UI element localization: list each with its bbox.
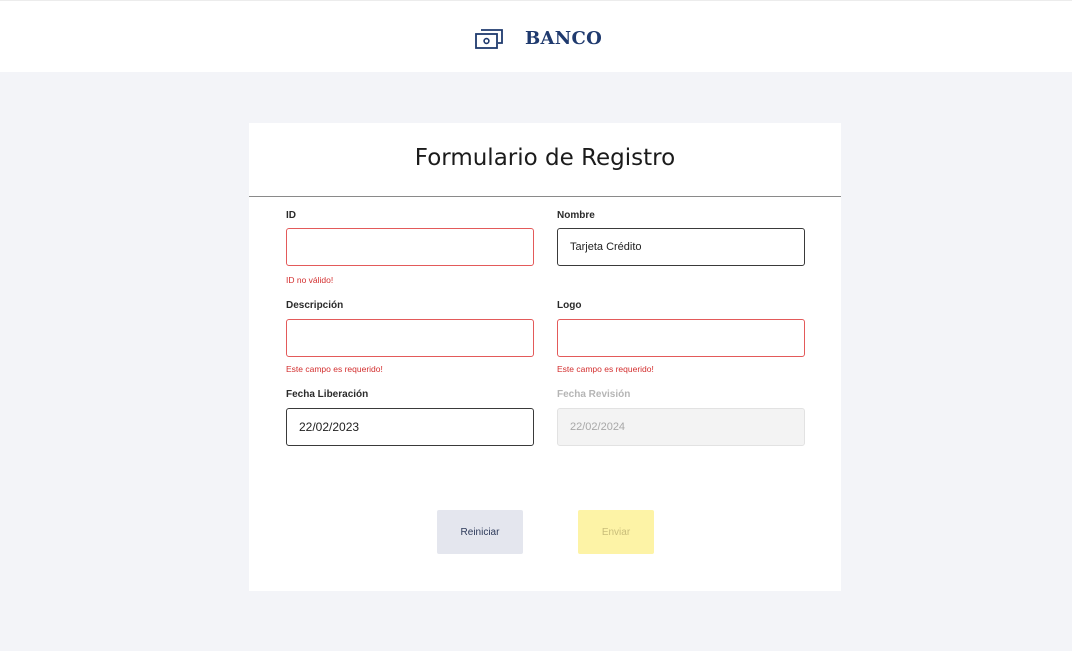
id-error-message: ID no válido! [286, 275, 334, 285]
bank-card-icon [474, 26, 504, 50]
fecha-revision-input: 22/02/2024 [557, 408, 805, 446]
logo-label: Logo [557, 300, 582, 311]
fecha-liberacion-input[interactable]: 22/02/2023 [286, 408, 534, 446]
submit-button[interactable]: Enviar [578, 510, 654, 554]
fecha-revision-label: Fecha Revisión [557, 389, 631, 400]
nombre-input[interactable]: Tarjeta Crédito [557, 228, 805, 266]
fecha-liberacion-label: Fecha Liberación [286, 389, 369, 400]
top-header: BANCO [0, 0, 1072, 72]
logo-input[interactable] [557, 319, 805, 357]
descripcion-label: Descripción [286, 300, 344, 311]
id-label: ID [286, 210, 296, 221]
descripcion-input[interactable] [286, 319, 534, 357]
brand-name: BANCO [525, 27, 603, 49]
registration-form: Formulario de Registro ID ID no válido! … [249, 123, 841, 591]
logo-error-message: Este campo es requerido! [557, 364, 654, 374]
descripcion-error-message: Este campo es requerido! [286, 364, 383, 374]
title-divider [249, 196, 841, 197]
nombre-label: Nombre [557, 210, 595, 221]
brand-logo[interactable]: BANCO [474, 25, 602, 51]
id-input[interactable] [286, 228, 534, 266]
form-title: Formulario de Registro [414, 145, 676, 171]
reset-button[interactable]: Reiniciar [437, 510, 523, 554]
